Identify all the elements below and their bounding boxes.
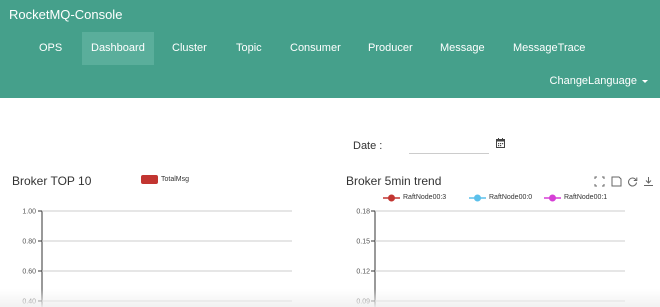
- trend-tick-label: 0.18: [356, 209, 370, 216]
- change-language-dropdown[interactable]: ChangeLanguage: [550, 75, 648, 87]
- nav-item-ops[interactable]: OPS: [39, 41, 62, 55]
- top10-tick-label: 0.40: [22, 299, 36, 306]
- legend-swatch-totalmsg[interactable]: [141, 175, 158, 184]
- legend-label-totalmsg: TotalMsg: [161, 176, 190, 183]
- trend-tick-label: 0.15: [356, 239, 370, 246]
- brand-title[interactable]: RocketMQ-Console: [9, 7, 122, 22]
- calendar-icon[interactable]: [496, 138, 505, 148]
- date-input[interactable]: [409, 135, 489, 154]
- top10-tick-label: 0.80: [22, 239, 36, 246]
- change-language-label: ChangeLanguage: [549, 75, 637, 87]
- trend-tick-label: 0.12: [356, 269, 370, 276]
- nav-item-consumer[interactable]: Consumer: [290, 32, 341, 65]
- broker-top10-title: Broker TOP 10: [12, 174, 92, 188]
- trend-tick-label: 0.09: [356, 299, 370, 306]
- top10-tick-label: 1.00: [22, 209, 36, 216]
- nav-item-producer[interactable]: Producer: [368, 32, 413, 65]
- date-label: Date :: [353, 140, 383, 152]
- broker-top10-chart: 1.00 0.80 0.60 0.40: [22, 209, 292, 307]
- nav-item-cluster[interactable]: Cluster: [172, 32, 207, 65]
- broker-5min-trend-title: Broker 5min trend: [346, 174, 442, 188]
- nav-item-message[interactable]: Message: [440, 32, 485, 65]
- restore-icon[interactable]: [627, 176, 638, 187]
- broker-5min-trend-chart: 0.18 0.15 0.12 0.09: [356, 209, 625, 307]
- caret-down-icon: [642, 79, 648, 83]
- nav-item-topic[interactable]: Topic: [236, 32, 262, 65]
- top10-tick-label: 0.60: [22, 269, 36, 276]
- zoom-reset-icon[interactable]: [611, 176, 622, 187]
- nav-item-messagetrace[interactable]: MessageTrace: [513, 32, 585, 65]
- zoom-in-icon[interactable]: [594, 176, 605, 187]
- download-icon[interactable]: [643, 176, 654, 187]
- top-navbar: RocketMQ-Console OPS Dashboard Cluster T…: [0, 0, 660, 98]
- nav-item-dashboard[interactable]: Dashboard: [82, 32, 154, 65]
